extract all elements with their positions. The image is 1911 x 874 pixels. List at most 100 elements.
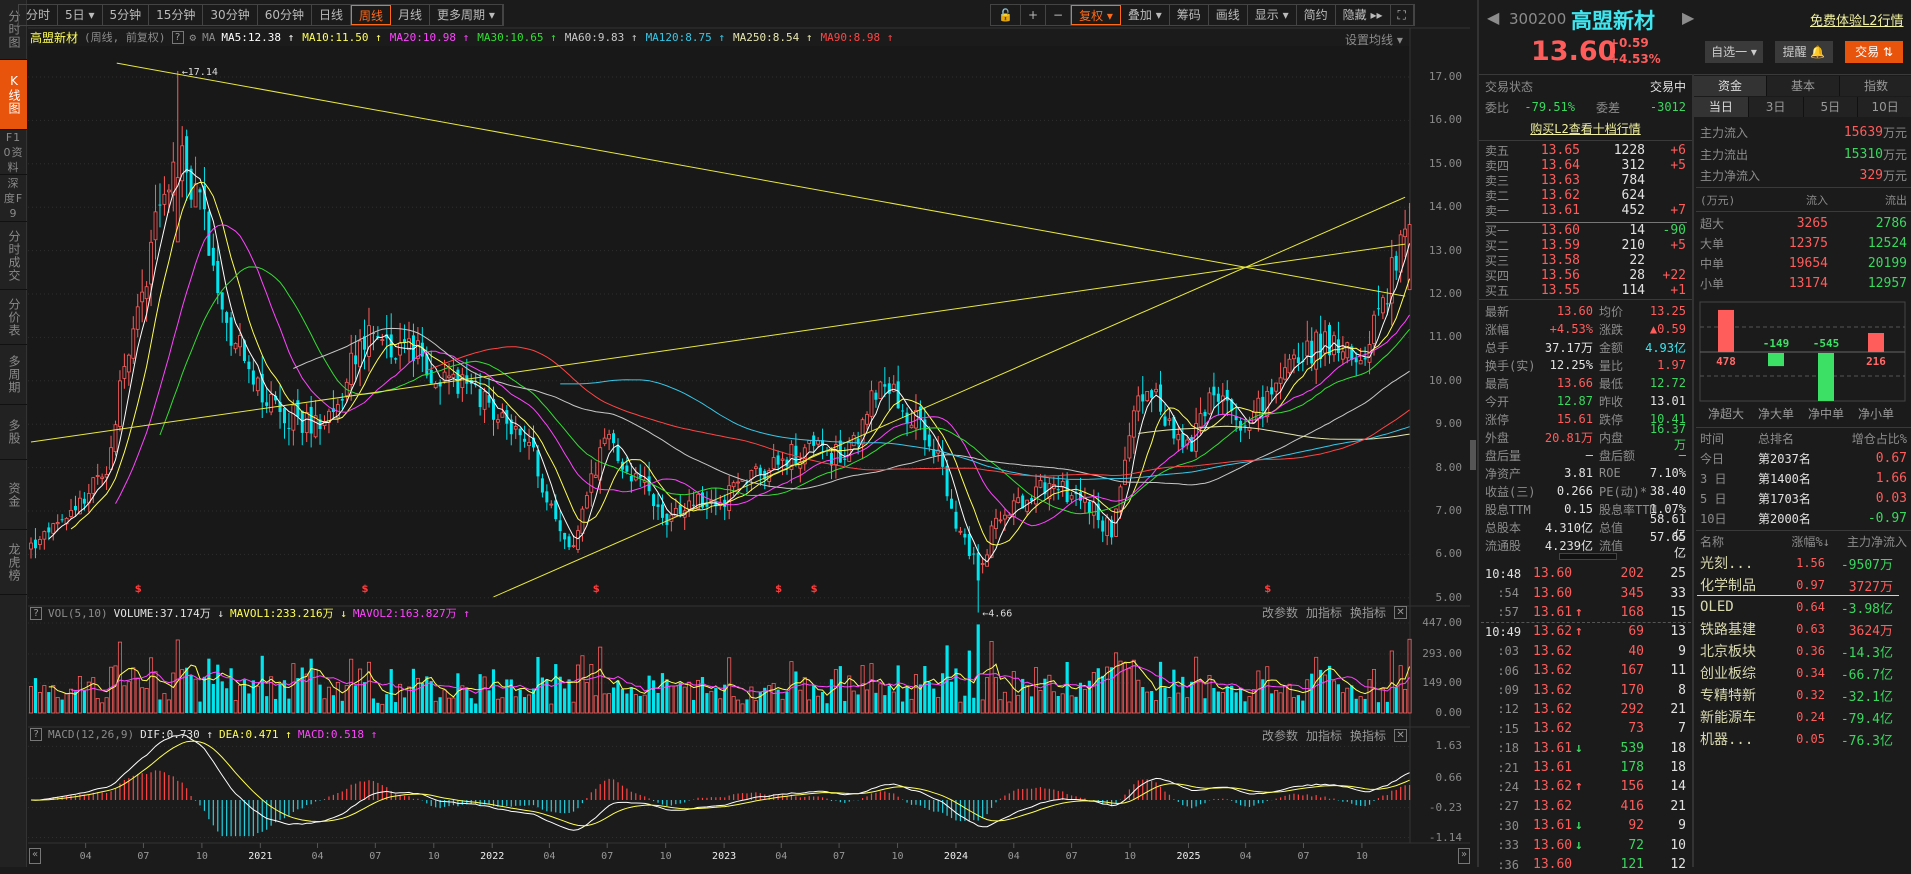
orderbook-row[interactable]: 卖二 13.62 624 <box>1479 188 1692 203</box>
alert-button[interactable]: 提醒 🔔 <box>1775 41 1833 63</box>
chart-tool-button[interactable]: 复权 ▾ <box>1071 5 1121 25</box>
sector-row[interactable]: 机器... 0.05 -76.3亿 <box>1694 728 1899 750</box>
orderbook-row[interactable]: 卖一 13.61 452 +7 <box>1479 203 1692 218</box>
tick-row: 10:48 13.60 202 25 <box>1479 564 1692 583</box>
period-button[interactable]: 60分钟 <box>258 5 312 25</box>
chart-tool-button[interactable]: 筹码 <box>1170 5 1209 25</box>
orderbook-row[interactable]: 买四 13.56 28 +22 <box>1479 268 1692 283</box>
gear-icon[interactable]: ⚙ <box>190 31 197 44</box>
chart-tool-button[interactable]: 画线 <box>1209 5 1248 25</box>
tab[interactable]: 资金 <box>1694 76 1767 96</box>
period-button[interactable]: 30分钟 <box>203 5 258 25</box>
chart-tool-button[interactable]: ⛶ <box>1391 5 1414 25</box>
stat-value: 4.93亿 <box>1645 340 1686 355</box>
help-icon[interactable]: ? <box>171 30 184 44</box>
chart-tool-button[interactable]: 隐藏 ▸▸ <box>1336 5 1391 25</box>
stat-value: 12.25% <box>1549 358 1593 372</box>
flow-header[interactable]: 主力净流入 <box>1830 533 1907 550</box>
sector-row[interactable]: 专精特新 0.32 -32.1亿 <box>1694 684 1899 706</box>
pct-header[interactable]: 涨幅%↓ <box>1780 533 1830 550</box>
trade-button[interactable]: 交易 ⇅ <box>1845 41 1903 63</box>
volume-bar <box>1194 656 1199 714</box>
period-button[interactable]: 5日 ▾ <box>58 5 103 25</box>
edit-params-button[interactable]: 改参数 <box>1262 604 1298 621</box>
mavol1-value: MAVOL1:233.216万 ↓ <box>229 607 347 620</box>
period-button[interactable]: 分时 <box>19 5 59 25</box>
chart-tool-button[interactable]: 叠加 ▾ <box>1121 5 1170 25</box>
price-tick-label: 10.00 <box>1428 373 1462 387</box>
volume-bar <box>495 698 500 714</box>
orderbook-row[interactable]: 买三 13.58 22 <box>1479 253 1692 268</box>
scroll-right-button[interactable]: » <box>1458 848 1470 864</box>
inflow-value: 12375 <box>1788 235 1828 251</box>
ratio-header: 增仓占比% <box>1851 431 1907 446</box>
period-button[interactable]: 月线 <box>391 5 431 25</box>
tick-price: 13.62 <box>1533 779 1573 795</box>
chart-tool-button[interactable]: + <box>1021 5 1047 25</box>
chart-tool-button[interactable]: 显示 ▾ <box>1248 5 1297 25</box>
period-button[interactable]: 日线 <box>312 5 351 25</box>
close-icon[interactable]: ✕ <box>1394 729 1408 742</box>
collapse-stats-handle[interactable] <box>1559 553 1617 560</box>
time-tick-label: 07 <box>369 851 382 862</box>
orderbook-row[interactable]: 卖三 13.63 784 <box>1479 173 1692 188</box>
orderbook-row[interactable]: 买五 13.55 114 +1 <box>1479 283 1692 298</box>
chart-tool-button[interactable]: 🔓 <box>991 5 1021 25</box>
help-icon[interactable]: ? <box>30 606 42 620</box>
period-button[interactable]: 更多周期 ▾ <box>430 5 503 25</box>
name-header[interactable]: 名称 <box>1700 533 1780 550</box>
ma-value: MA120:8.75 ↑ <box>645 30 726 44</box>
sector-row[interactable]: 化学制品 0.97 3727万 <box>1694 574 1899 596</box>
watchlist-button[interactable]: 自选一 ▾ <box>1705 41 1763 63</box>
period-tab[interactable]: 5日 <box>1803 97 1859 117</box>
panel-collapse-handle[interactable] <box>1470 440 1476 470</box>
add-indicator-button[interactable]: 加指标 <box>1306 604 1342 621</box>
help-icon[interactable]: ? <box>30 728 42 741</box>
period-tab[interactable]: 10日 <box>1858 97 1911 117</box>
volume-bar <box>869 663 874 714</box>
add-indicator-button[interactable]: 加指标 <box>1306 727 1342 744</box>
ma-value: MA30:10.65 ↑ <box>477 30 557 44</box>
level-price: 13.63 <box>1540 173 1580 188</box>
l2-trial-link[interactable]: 免费体验L2行情 <box>1810 10 1904 29</box>
sector-row[interactable]: 光刻... 1.56 -9507万 <box>1694 552 1899 574</box>
period-tab[interactable]: 3日 <box>1748 97 1804 117</box>
buy-l2-link[interactable]: 购买L2查看十档行情 <box>1479 119 1692 137</box>
period-button[interactable]: 15分钟 <box>149 5 204 25</box>
prev-stock-arrow-icon[interactable]: ◀ <box>1487 8 1499 27</box>
candle-body <box>1212 386 1216 396</box>
sector-row[interactable]: 创业板综 0.34 -66.7亿 <box>1694 662 1899 684</box>
chart-tool-button[interactable]: − <box>1046 5 1072 25</box>
period-tab[interactable]: 当日 <box>1694 97 1749 117</box>
time-tick-label: 07 <box>1065 851 1078 862</box>
volume-bar <box>77 676 82 714</box>
candle-body <box>612 433 616 444</box>
candle-body <box>1261 396 1265 412</box>
stat-row: 流通股 4.239亿 流值 57.65亿 <box>1479 530 1692 560</box>
period-button[interactable]: 5分钟 <box>103 5 150 25</box>
switch-indicator-button[interactable]: 换指标 <box>1350 604 1386 621</box>
sector-row[interactable]: 新能源车 0.24 -79.4亿 <box>1694 706 1899 728</box>
orderbook-row[interactable]: 卖五 13.65 1228 +6 <box>1479 143 1692 158</box>
next-stock-arrow-icon[interactable]: ▶ <box>1682 8 1694 27</box>
order-size-label: 大单 <box>1700 236 1725 251</box>
edit-params-button[interactable]: 改参数 <box>1262 727 1298 744</box>
tab[interactable]: 基本 <box>1767 76 1840 96</box>
candle-body <box>958 530 963 533</box>
orderbook-row[interactable]: 买二 13.59 210 +5 <box>1479 238 1692 253</box>
close-icon[interactable]: ✕ <box>1394 606 1408 619</box>
volume-bar <box>198 701 202 713</box>
set-ma-button[interactable]: 设置均线 ▾ <box>1345 31 1403 48</box>
trade-status-row: 交易状态 交易中 <box>1479 77 1692 95</box>
orderbook-row[interactable]: 买一 13.60 14 -90 <box>1479 223 1692 238</box>
period-button[interactable]: 周线 <box>351 5 392 25</box>
sector-row[interactable]: 铁路基建 0.63 3624万 <box>1694 618 1899 640</box>
chart-tool-button[interactable]: 简约 <box>1297 5 1336 25</box>
scroll-left-button[interactable]: « <box>29 848 41 864</box>
orderbook-row[interactable]: 卖四 13.64 312 +5 <box>1479 158 1692 173</box>
tab[interactable]: 指数 <box>1840 76 1911 96</box>
volume-bar <box>1323 674 1328 714</box>
sector-row[interactable]: OLED 0.64 -3.98亿 <box>1694 596 1899 618</box>
sector-row[interactable]: 北京板块 0.36 -14.3亿 <box>1694 640 1899 662</box>
switch-indicator-button[interactable]: 换指标 <box>1350 727 1386 744</box>
